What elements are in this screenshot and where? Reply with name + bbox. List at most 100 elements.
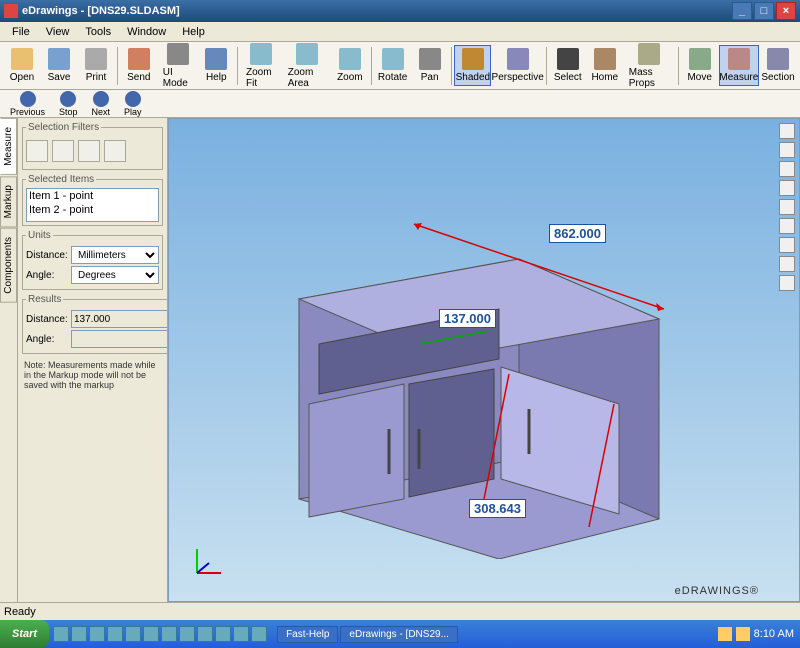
- rotate-button[interactable]: Rotate: [375, 45, 411, 86]
- dimension-top: 862.000: [549, 224, 606, 243]
- markup-note: Note: Measurements made while in the Mar…: [22, 358, 163, 392]
- print-button[interactable]: Print: [78, 45, 114, 86]
- measure-icon: [728, 48, 750, 70]
- selected-title: Selected Items: [26, 174, 96, 185]
- status-text: Ready: [4, 606, 36, 618]
- toolbar-label: Shaded: [456, 72, 490, 83]
- open-button[interactable]: Open: [4, 45, 40, 86]
- home-icon: [594, 48, 616, 70]
- tab-markup[interactable]: Markup: [0, 176, 17, 227]
- brand-label: eDRAWINGS®: [675, 585, 759, 597]
- toolbar-label: Help: [206, 72, 227, 83]
- view-tool-8[interactable]: [779, 256, 795, 272]
- view-tool-4[interactable]: [779, 180, 795, 196]
- close-button[interactable]: ×: [776, 2, 796, 20]
- view-tool-1[interactable]: [779, 123, 795, 139]
- toolbar-label: Print: [86, 72, 107, 83]
- toolbar-label: Select: [554, 72, 582, 83]
- mass-button[interactable]: Mass Props: [624, 40, 675, 92]
- toolbar-label: Zoom Area: [288, 67, 326, 89]
- clock: 8:10 AM: [754, 628, 794, 640]
- menu-window[interactable]: Window: [119, 24, 174, 40]
- toolbar-label: Perspective: [492, 72, 544, 83]
- toolbar-label: Home: [591, 72, 618, 83]
- section-icon: [767, 48, 789, 70]
- view-tool-3[interactable]: [779, 161, 795, 177]
- print-icon: [85, 48, 107, 70]
- zoom-button[interactable]: Zoom: [332, 45, 368, 86]
- toolbar-label: Zoom Fit: [246, 67, 277, 89]
- play-button[interactable]: Play: [118, 90, 148, 118]
- minimize-button[interactable]: _: [732, 2, 752, 20]
- view-tool-7[interactable]: [779, 237, 795, 253]
- toolbar-label: Pan: [421, 72, 439, 83]
- units-title: Units: [26, 230, 53, 241]
- distance-unit-select[interactable]: Millimeters: [71, 246, 159, 264]
- tray-icon[interactable]: [718, 627, 732, 641]
- ui-button[interactable]: UI Mode: [158, 40, 197, 92]
- result-angle-value: [71, 330, 168, 348]
- results-title: Results: [26, 294, 63, 305]
- help-icon: [205, 48, 227, 70]
- move-button[interactable]: Move: [682, 45, 718, 86]
- menu-help[interactable]: Help: [174, 24, 213, 40]
- dimension-shelf: 137.000: [439, 309, 496, 328]
- pan-button[interactable]: Pan: [412, 45, 448, 86]
- play-icon: [125, 91, 141, 107]
- rotate-icon: [382, 48, 404, 70]
- tab-measure[interactable]: Measure: [0, 118, 17, 175]
- persp-icon: [507, 48, 529, 70]
- result-angle-label: Angle:: [26, 334, 68, 345]
- view-tool-2[interactable]: [779, 142, 795, 158]
- save-icon: [48, 48, 70, 70]
- home-button[interactable]: Home: [587, 45, 623, 86]
- menu-view[interactable]: View: [38, 24, 78, 40]
- zoom-icon: [339, 48, 361, 70]
- toolbar-label: Measure: [719, 72, 758, 83]
- distance-unit-label: Distance:: [26, 250, 68, 261]
- list-item[interactable]: Item 1 - point: [27, 189, 158, 203]
- app-icon: [4, 4, 18, 18]
- view-tool-5[interactable]: [779, 199, 795, 215]
- persp-button[interactable]: Perspective: [492, 45, 543, 86]
- fit-button[interactable]: Zoom Fit: [241, 40, 282, 92]
- ui-icon: [167, 43, 189, 65]
- window-title: eDrawings - [DNS29.SLDASM]: [22, 5, 732, 17]
- maximize-button[interactable]: □: [754, 2, 774, 20]
- send-button[interactable]: Send: [121, 45, 157, 86]
- select-icon: [557, 48, 579, 70]
- fit-icon: [250, 43, 272, 65]
- tab-components[interactable]: Components: [0, 228, 17, 303]
- menu-tools[interactable]: Tools: [77, 24, 119, 40]
- next-button[interactable]: Next: [86, 90, 117, 118]
- view-tool-6[interactable]: [779, 218, 795, 234]
- result-distance-value: [71, 310, 168, 328]
- angle-unit-select[interactable]: Degrees: [71, 266, 159, 284]
- prev-button[interactable]: Previous: [4, 90, 51, 118]
- filter-component-button[interactable]: [104, 140, 126, 162]
- section-button[interactable]: Section: [760, 45, 796, 86]
- view-tool-9[interactable]: [779, 275, 795, 291]
- area-icon: [296, 43, 318, 65]
- filters-title: Selection Filters: [26, 122, 101, 133]
- pan-icon: [419, 48, 441, 70]
- start-button[interactable]: Start: [0, 620, 49, 648]
- stop-button[interactable]: Stop: [53, 90, 84, 118]
- menu-file[interactable]: File: [4, 24, 38, 40]
- help-button[interactable]: Help: [198, 45, 234, 86]
- selected-items-list[interactable]: Item 1 - point Item 2 - point: [26, 188, 159, 222]
- select-button[interactable]: Select: [550, 45, 586, 86]
- dimension-side: 308.643: [469, 499, 526, 518]
- filter-edge-button[interactable]: [52, 140, 74, 162]
- toolbar-label: Zoom: [337, 72, 363, 83]
- 3d-viewport[interactable]: 862.000 137.000 308.643 eDRAWINGS®: [168, 118, 800, 602]
- shaded-button[interactable]: Shaded: [454, 45, 491, 86]
- list-item[interactable]: Item 2 - point: [27, 203, 158, 217]
- filter-face-button[interactable]: [78, 140, 100, 162]
- area-button[interactable]: Zoom Area: [283, 40, 331, 92]
- result-distance-label: Distance:: [26, 314, 68, 325]
- filter-vertex-button[interactable]: [26, 140, 48, 162]
- tray-icon[interactable]: [736, 627, 750, 641]
- measure-button[interactable]: Measure: [719, 45, 759, 86]
- save-button[interactable]: Save: [41, 45, 77, 86]
